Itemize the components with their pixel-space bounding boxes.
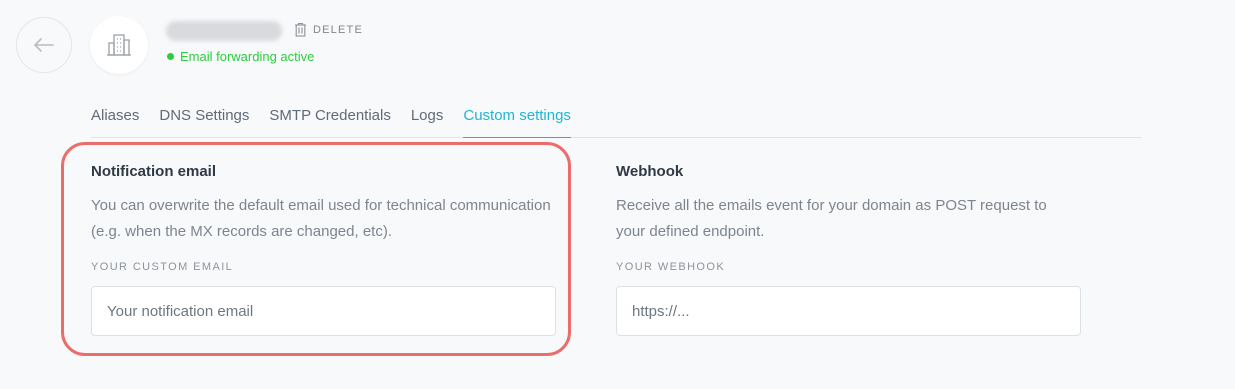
status-dot-icon [167,53,174,60]
webhook-description: Receive all the emails event for your do… [616,197,1047,240]
domain-avatar [90,16,148,74]
domain-name: domain-name [166,21,282,41]
arrow-left-icon [34,38,54,52]
tab-smtp-credentials[interactable]: SMTP Credentials [269,99,390,138]
status-text: Email forwarding active [180,49,315,64]
webhook-title: Webhook [616,163,684,180]
tab-dns-settings[interactable]: DNS Settings [159,99,249,138]
tab-aliases[interactable]: Aliases [91,99,139,138]
webhook-input[interactable] [616,286,1081,336]
notification-email-section: Notification email You can overwrite the… [91,163,561,336]
delete-button[interactable]: DELETE [294,22,363,37]
forwarding-status: Email forwarding active [167,49,314,64]
tab-bar: Aliases DNS Settings SMTP Credentials Lo… [91,99,1141,138]
tab-custom-settings[interactable]: Custom settings [463,99,571,138]
notification-description: You can overwrite the default email used… [91,197,551,240]
tab-logs[interactable]: Logs [411,99,444,138]
notification-title: Notification email [91,163,217,180]
notification-email-input[interactable] [91,286,556,336]
trash-icon [295,22,306,37]
custom-settings-page: domain-name DELETE Email forwarding acti… [0,0,1235,389]
custom-email-label: YOUR CUSTOM EMAIL [91,261,234,273]
back-button[interactable] [16,17,72,73]
delete-label: DELETE [313,23,363,36]
webhook-section: Webhook Receive all the emails event for… [616,163,1086,336]
building-icon [107,34,131,56]
webhook-label: YOUR WEBHOOK [616,261,726,273]
